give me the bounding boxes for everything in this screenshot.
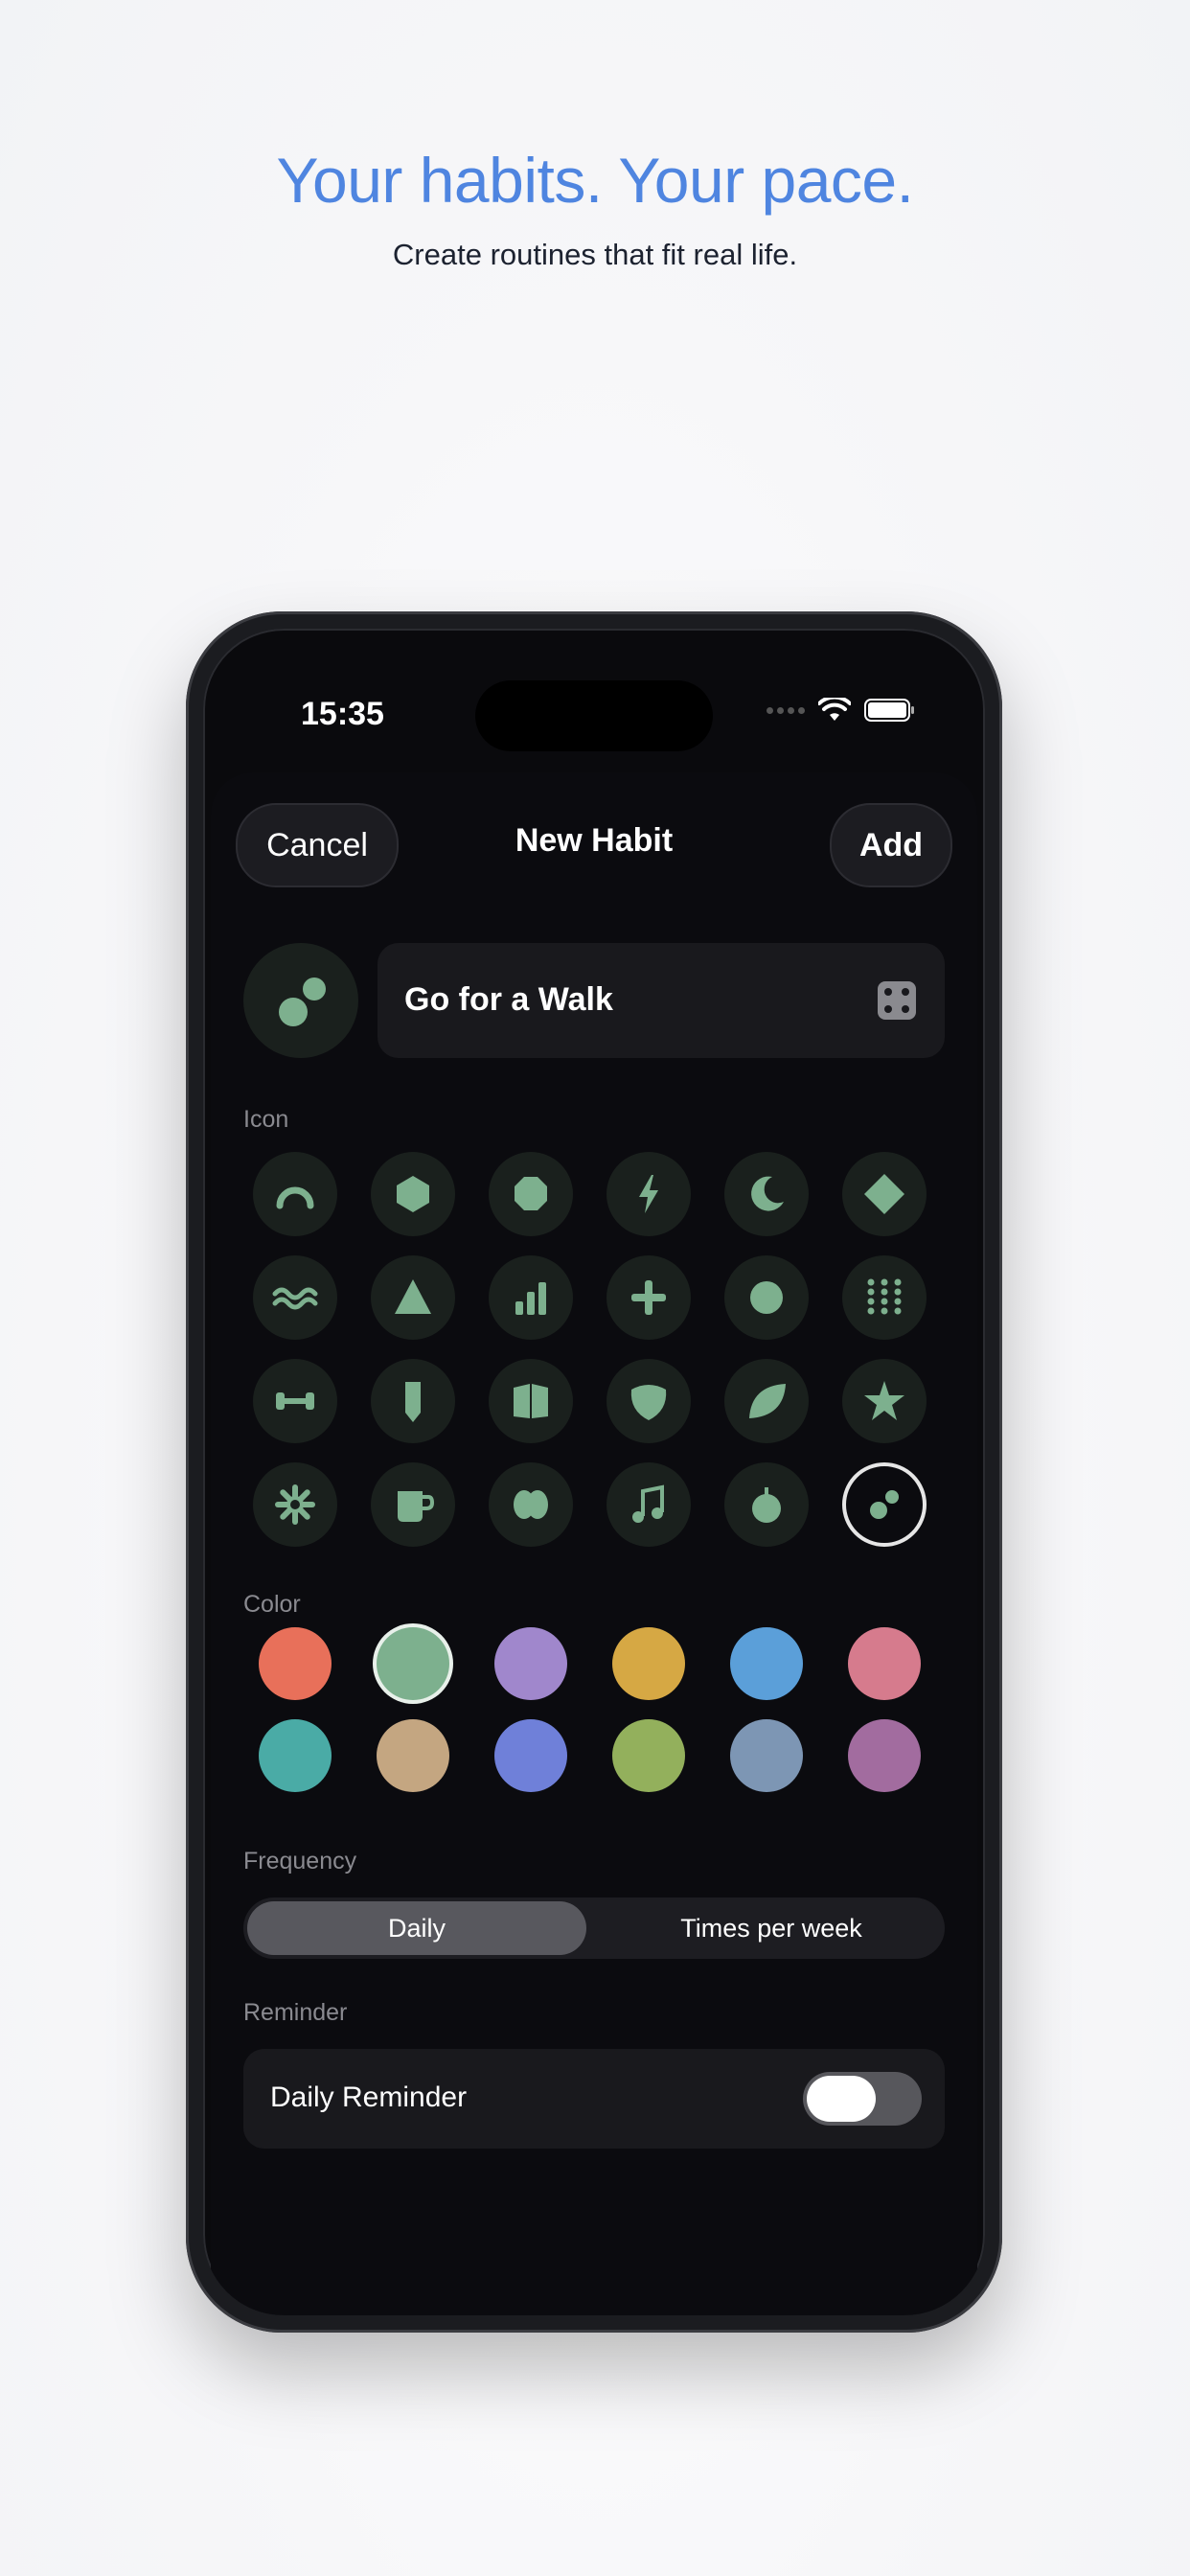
cup-icon	[398, 1491, 435, 1522]
walk-dots-icon	[870, 1490, 899, 1519]
icon-option-moon[interactable]	[724, 1152, 809, 1236]
icon-option-sun[interactable]	[253, 1462, 337, 1547]
star-icon	[864, 1381, 904, 1420]
bars-chart-icon	[515, 1282, 546, 1315]
color-swatch-10[interactable]	[612, 1719, 685, 1792]
frequency-section-label: Frequency	[243, 1848, 357, 1874]
waves-icon	[272, 1287, 318, 1310]
icon-option-bars-chart[interactable]	[489, 1255, 573, 1340]
icon-option-book[interactable]	[489, 1359, 573, 1443]
random-dice-icon[interactable]	[878, 981, 916, 1020]
icon-option-waves[interactable]	[253, 1255, 337, 1340]
color-picker-grid	[259, 1627, 929, 1792]
status-time: 15:35	[301, 696, 384, 732]
icon-section-label: Icon	[243, 1106, 289, 1133]
dot-grid-icon	[867, 1278, 902, 1315]
music-note-icon	[632, 1484, 664, 1523]
icon-option-plus[interactable]	[606, 1255, 691, 1340]
icon-option-heart[interactable]	[606, 1359, 691, 1443]
icon-option-arc[interactable]	[253, 1152, 337, 1236]
color-swatch-2[interactable]	[377, 1627, 449, 1700]
phone-screen: 15:35 Cancel New Habit Add Go for a Walk…	[203, 629, 985, 2315]
frequency-option-times-per-week[interactable]: Times per week	[602, 1901, 941, 1955]
sun-icon	[275, 1484, 315, 1525]
walk-dots-icon	[279, 978, 326, 1026]
triangle-icon	[395, 1279, 431, 1314]
bookmark-icon	[405, 1382, 421, 1422]
icon-option-music-note[interactable]	[606, 1462, 691, 1547]
daily-reminder-row: Daily Reminder	[243, 2049, 945, 2149]
icon-option-star[interactable]	[842, 1359, 927, 1443]
frequency-segmented-control: Daily Times per week	[243, 1898, 945, 1959]
color-section-label: Color	[243, 1591, 301, 1618]
dumbbell-icon	[276, 1392, 314, 1410]
wifi-icon	[818, 698, 851, 721]
circle-icon	[750, 1281, 783, 1314]
arc-icon	[276, 1186, 314, 1209]
hexagon-icon	[397, 1176, 429, 1212]
icon-option-hexagon[interactable]	[371, 1152, 455, 1236]
hero-subtitle: Create routines that fit real life.	[392, 238, 798, 271]
toggle-knob	[807, 2076, 876, 2122]
icon-option-leaf[interactable]	[724, 1359, 809, 1443]
icon-option-dumbbell[interactable]	[253, 1359, 337, 1443]
octagon-icon	[515, 1177, 547, 1210]
color-swatch-1[interactable]	[259, 1627, 332, 1700]
color-swatch-9[interactable]	[494, 1719, 567, 1792]
phone-frame: 15:35 Cancel New Habit Add Go for a Walk…	[186, 611, 1002, 2333]
icon-picker-grid	[253, 1152, 929, 1547]
icon-option-diamond[interactable]	[842, 1152, 927, 1236]
reminder-section-label: Reminder	[243, 1999, 348, 2026]
apple-icon	[752, 1487, 781, 1523]
moon-icon	[751, 1176, 784, 1211]
leaf-icon	[749, 1384, 786, 1418]
icon-option-circle[interactable]	[724, 1255, 809, 1340]
signal-icon	[767, 706, 805, 714]
daily-reminder-label: Daily Reminder	[270, 2082, 468, 2113]
add-button[interactable]: Add	[830, 803, 952, 887]
icon-option-bolt[interactable]	[606, 1152, 691, 1236]
dynamic-island	[475, 680, 713, 751]
new-habit-sheet: Cancel New Habit Add Go for a Walk Icon …	[211, 772, 977, 2315]
icon-option-apple[interactable]	[724, 1462, 809, 1547]
color-swatch-8[interactable]	[377, 1719, 449, 1792]
color-swatch-7[interactable]	[259, 1719, 332, 1792]
hero-title: Your habits. Your pace.	[276, 145, 914, 216]
color-swatch-4[interactable]	[612, 1627, 685, 1700]
icon-option-cup[interactable]	[371, 1462, 455, 1547]
habit-name-value: Go for a Walk	[404, 981, 613, 1018]
icon-option-bookmark[interactable]	[371, 1359, 455, 1443]
plus-icon	[631, 1280, 666, 1315]
color-swatch-11[interactable]	[730, 1719, 803, 1792]
icon-option-pill[interactable]	[489, 1462, 573, 1547]
diamond-icon	[864, 1174, 904, 1214]
color-swatch-5[interactable]	[730, 1627, 803, 1700]
battery-icon	[864, 699, 914, 722]
color-swatch-12[interactable]	[848, 1719, 921, 1792]
icon-option-octagon[interactable]	[489, 1152, 573, 1236]
bolt-icon	[639, 1175, 658, 1213]
color-swatch-6[interactable]	[848, 1627, 921, 1700]
frequency-option-daily[interactable]: Daily	[247, 1901, 586, 1955]
heart-icon	[630, 1385, 667, 1420]
icon-option-triangle[interactable]	[371, 1255, 455, 1340]
daily-reminder-toggle[interactable]	[803, 2072, 922, 2126]
icon-option-walk-dots[interactable]	[842, 1462, 927, 1547]
habit-icon-preview[interactable]	[243, 943, 358, 1058]
habit-name-field[interactable]: Go for a Walk	[378, 943, 945, 1058]
status-icons	[767, 698, 916, 723]
color-swatch-3[interactable]	[494, 1627, 567, 1700]
icon-option-dot-grid[interactable]	[842, 1255, 927, 1340]
pill-icon	[514, 1490, 548, 1519]
book-icon	[514, 1384, 548, 1418]
